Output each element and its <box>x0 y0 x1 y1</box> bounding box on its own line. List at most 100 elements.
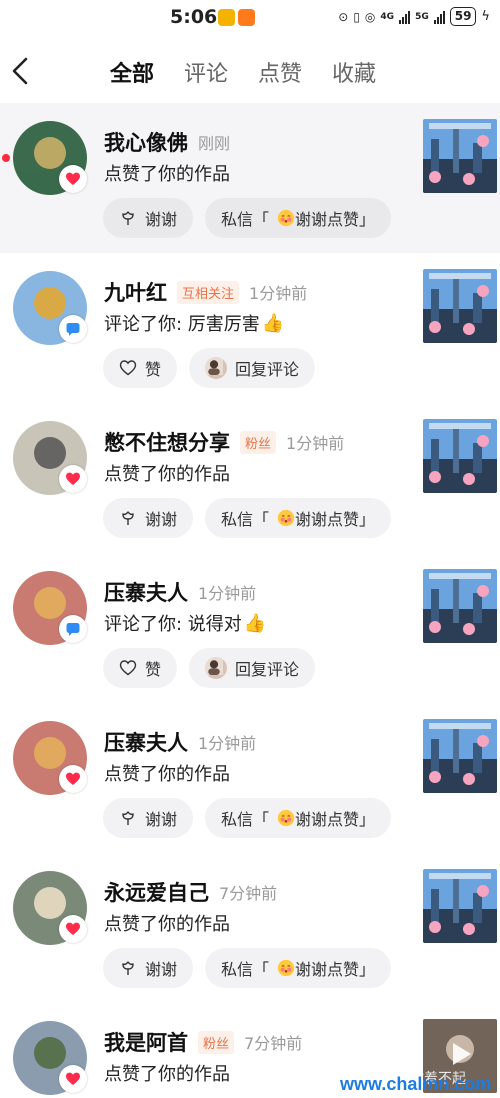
timestamp: 1分钟前 <box>198 734 257 753</box>
flower-icon <box>122 961 134 975</box>
dm-thanks-button[interactable]: 私信「 谢谢点赞」 <box>205 948 392 988</box>
notification-row[interactable]: 永远爱自己 7分钟前点赞了你的作品谢谢 私信「 谢谢点赞」 <box>0 853 500 1003</box>
video-thumbnail[interactable] <box>423 119 497 193</box>
dm-text: 谢谢点赞 <box>295 510 360 529</box>
like-label: 赞 <box>145 660 162 679</box>
dm-prefix: 私信「 <box>221 210 270 229</box>
dm-text: 谢谢点赞 <box>295 960 360 979</box>
user-name[interactable]: 压寨夫人 <box>104 577 188 607</box>
tab-likes[interactable]: 点赞 <box>258 56 302 88</box>
name-line: 九叶红 互相关注 1分钟前 <box>104 277 307 307</box>
notification-content: 点赞了你的作品 <box>104 1060 230 1086</box>
heart-badge-icon <box>59 1065 87 1093</box>
thanks-button[interactable]: 谢谢 <box>103 198 194 238</box>
user-name[interactable]: 压寨夫人 <box>104 727 188 757</box>
name-line: 永远爱自己 7分钟前 <box>104 877 277 907</box>
content-text: 评论了你: 说得对 <box>104 614 242 635</box>
tab-all[interactable]: 全部 <box>110 56 154 88</box>
dm-prefix: 私信「 <box>221 510 270 529</box>
dm-prefix: 私信「 <box>221 960 270 979</box>
notification-content: 评论了你: 厉害厉害 👍 <box>104 310 284 336</box>
battery-indicator: 59 <box>449 7 477 26</box>
heart-badge-icon <box>59 915 87 943</box>
dm-suffix: 」 <box>359 210 376 229</box>
notification-content: 点赞了你的作品 <box>104 910 230 936</box>
notification-row[interactable]: 九叶红 互相关注 1分钟前评论了你: 厉害厉害 👍 赞 回复评论 <box>0 253 500 403</box>
blush-face-icon <box>277 809 295 827</box>
network-1-label: 4G <box>380 11 395 22</box>
thanks-button[interactable]: 谢谢 <box>103 798 194 838</box>
watermark: www.chalmn.com <box>340 1074 492 1094</box>
reply-label: 回复评论 <box>235 360 300 379</box>
relation-tag: 粉丝 <box>198 1030 235 1054</box>
comment-badge-icon <box>59 615 87 643</box>
nfc-icon: ⊙ <box>338 9 349 24</box>
content-text: 点赞了你的作品 <box>104 914 230 935</box>
status-time: 5:06 <box>170 6 218 28</box>
tab-comments[interactable]: 评论 <box>184 56 228 88</box>
dm-suffix: 」 <box>359 510 376 529</box>
video-thumbnail[interactable] <box>423 419 497 493</box>
thanks-label: 谢谢 <box>145 210 178 229</box>
back-arrow-icon[interactable] <box>8 56 34 86</box>
network-2-label: 5G <box>415 11 429 22</box>
comment-badge-icon <box>59 315 87 343</box>
timestamp: 1分钟前 <box>286 434 345 453</box>
name-line: 我心像佛 刚刚 <box>104 127 230 157</box>
tab-favorites[interactable]: 收藏 <box>332 56 376 88</box>
reply-comment-button[interactable]: 回复评论 <box>189 648 316 688</box>
signal-icon <box>433 10 445 24</box>
my-avatar <box>205 357 228 379</box>
user-name[interactable]: 我心像佛 <box>104 127 188 157</box>
thanks-label: 谢谢 <box>145 510 178 529</box>
video-thumbnail[interactable] <box>423 569 497 643</box>
blush-face-icon <box>277 959 295 977</box>
video-thumbnail[interactable] <box>423 869 497 943</box>
reply-comment-button[interactable]: 回复评论 <box>189 348 316 388</box>
name-line: 憋不住想分享 粉丝 1分钟前 <box>104 427 344 457</box>
action-bar: 谢谢 私信「 谢谢点赞」 <box>103 498 392 538</box>
action-bar: 谢谢 私信「 谢谢点赞」 <box>103 798 392 838</box>
heart-badge-icon <box>59 165 87 193</box>
signal-icon <box>399 10 411 24</box>
user-name[interactable]: 九叶红 <box>104 277 167 307</box>
name-line: 压寨夫人 1分钟前 <box>104 727 256 757</box>
notification-row[interactable]: 压寨夫人 1分钟前 评论了你: 说得对 👍 赞 回复评论 <box>0 553 500 703</box>
blush-face-icon <box>277 509 295 527</box>
dm-thanks-button[interactable]: 私信「 谢谢点赞」 <box>205 798 392 838</box>
heart-badge-icon <box>59 765 87 793</box>
status-icons: ⊙ ▯ ◎ 4G 5G 59 ϟ <box>338 7 490 26</box>
notification-row[interactable]: 憋不住想分享 粉丝 1分钟前点赞了你的作品谢谢 私信「 谢谢点赞」 <box>0 403 500 553</box>
thanks-label: 谢谢 <box>145 810 178 829</box>
notification-content: 点赞了你的作品 <box>104 460 230 486</box>
content-text: 评论了你: 厉害厉害 <box>104 314 260 335</box>
flower-icon <box>122 811 134 825</box>
video-thumbnail[interactable] <box>423 719 497 793</box>
flower-icon <box>122 511 134 525</box>
content-text: 点赞了你的作品 <box>104 164 230 185</box>
name-line: 我是阿首 粉丝 7分钟前 <box>104 1027 302 1057</box>
like-comment-button[interactable]: 赞 <box>103 648 178 688</box>
user-name[interactable]: 永远爱自己 <box>104 877 209 907</box>
dm-text: 谢谢点赞 <box>295 210 360 229</box>
thumbs-up-icon: 👍 <box>261 312 285 334</box>
timestamp: 7分钟前 <box>219 884 278 903</box>
dm-thanks-button[interactable]: 私信「 谢谢点赞」 <box>205 198 392 238</box>
timestamp: 7分钟前 <box>244 1034 303 1053</box>
notification-list: 我心像佛 刚刚 点赞了你的作品 谢谢 私信「 谢谢点赞」九叶红 互相关注 1分钟前 评论了你: … <box>0 103 500 1098</box>
notification-row[interactable]: 压寨夫人 1分钟前 点赞了你的作品 谢谢 私信「 谢谢点赞」 <box>0 703 500 853</box>
thanks-button[interactable]: 谢谢 <box>103 948 194 988</box>
dm-suffix: 」 <box>359 960 376 979</box>
like-comment-button[interactable]: 赞 <box>103 348 178 388</box>
heart-badge-icon <box>59 465 87 493</box>
notification-row[interactable]: 我心像佛 刚刚点赞了你的作品谢谢 私信「 谢谢点赞」 <box>0 103 500 253</box>
thanks-button[interactable]: 谢谢 <box>103 498 194 538</box>
hotspot-icon: ◎ <box>364 9 376 24</box>
dm-prefix: 私信「 <box>221 810 270 829</box>
dm-thanks-button[interactable]: 私信「 谢谢点赞」 <box>205 498 392 538</box>
video-thumbnail[interactable] <box>423 269 497 343</box>
user-name[interactable]: 我是阿首 <box>104 1027 188 1057</box>
user-name[interactable]: 憋不住想分享 <box>104 427 230 457</box>
reply-label: 回复评论 <box>235 660 300 679</box>
timestamp: 1分钟前 <box>249 284 308 303</box>
